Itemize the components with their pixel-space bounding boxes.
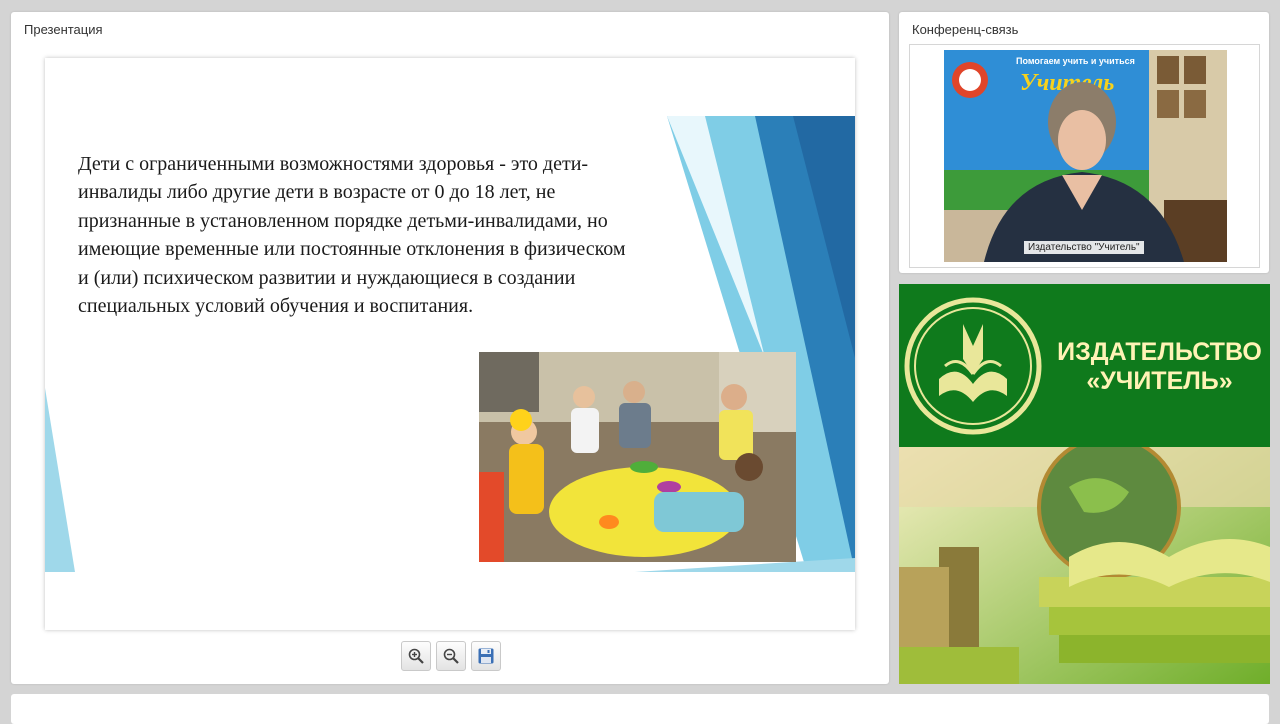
save-button[interactable] xyxy=(471,641,501,671)
publisher-banner: ИЗДАТЕЛЬСТВО «УЧИТЕЛЬ» xyxy=(899,284,1270,684)
publisher-name-line2: «УЧИТЕЛЬ» xyxy=(1086,367,1233,395)
publisher-logo-icon xyxy=(904,297,1042,435)
publisher-name: ИЗДАТЕЛЬСТВО «УЧИТЕЛЬ» xyxy=(1057,338,1262,396)
zoom-in-button[interactable] xyxy=(401,641,431,671)
zoom-out-icon xyxy=(443,648,459,664)
slide: Дети с ограниченными возможностями здоро… xyxy=(45,58,855,630)
books-globe-image xyxy=(899,447,1270,684)
banner-slogan: Помогаем учить и учиться xyxy=(1016,56,1135,66)
presentation-panel: Презентация Дети с ограниченными возможн… xyxy=(11,12,889,684)
participant-caption: Издательство "Учитель" xyxy=(1024,241,1144,254)
zoom-in-icon xyxy=(408,648,424,664)
webcam-image: Помогаем учить и учиться Учитель xyxy=(944,50,1227,262)
conference-panel: Конференц-связь Помогаем учить и учиться… xyxy=(899,12,1269,273)
conference-title: Конференц-связь xyxy=(912,22,1019,37)
video-frame: Помогаем учить и учиться Учитель Издател… xyxy=(909,44,1260,268)
zoom-out-button[interactable] xyxy=(436,641,466,671)
slide-text: Дети с ограниченными возможностями здоро… xyxy=(78,153,626,318)
video-stream[interactable]: Помогаем учить и учиться Учитель Издател… xyxy=(944,50,1227,262)
publisher-name-line1: ИЗДАТЕЛЬСТВО xyxy=(1057,338,1262,366)
children-photo xyxy=(479,352,796,562)
floppy-disk-icon xyxy=(478,648,494,664)
publisher-logo-area: ИЗДАТЕЛЬСТВО «УЧИТЕЛЬ» xyxy=(899,284,1270,447)
presentation-title: Презентация xyxy=(24,22,103,37)
presentation-toolbar xyxy=(401,641,501,671)
